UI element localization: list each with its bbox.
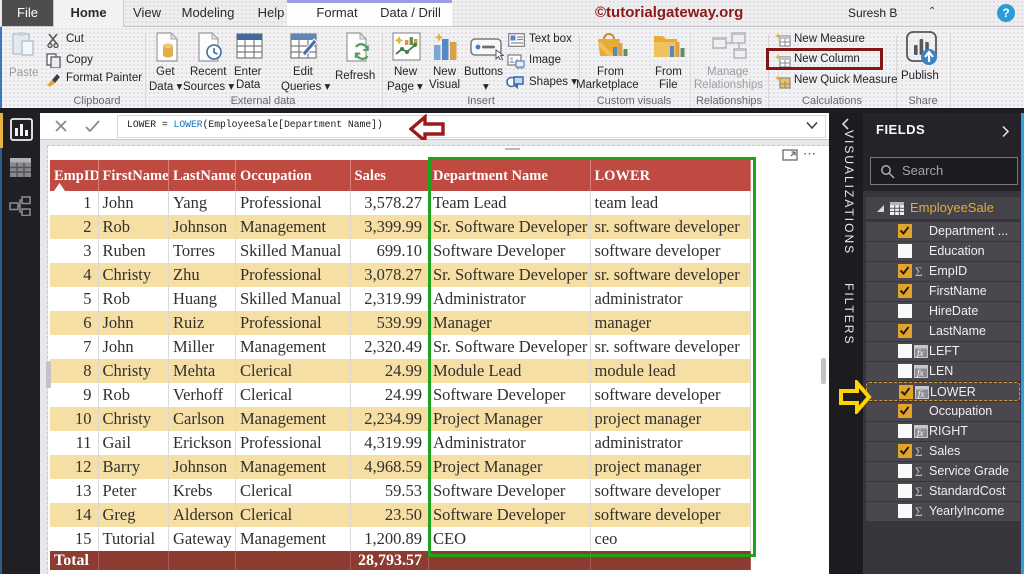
svg-text:fx: fx: [917, 428, 924, 438]
svg-text:fx: fx: [918, 389, 925, 399]
svg-text:fx: fx: [917, 348, 924, 358]
svg-text:fx: fx: [917, 368, 924, 378]
